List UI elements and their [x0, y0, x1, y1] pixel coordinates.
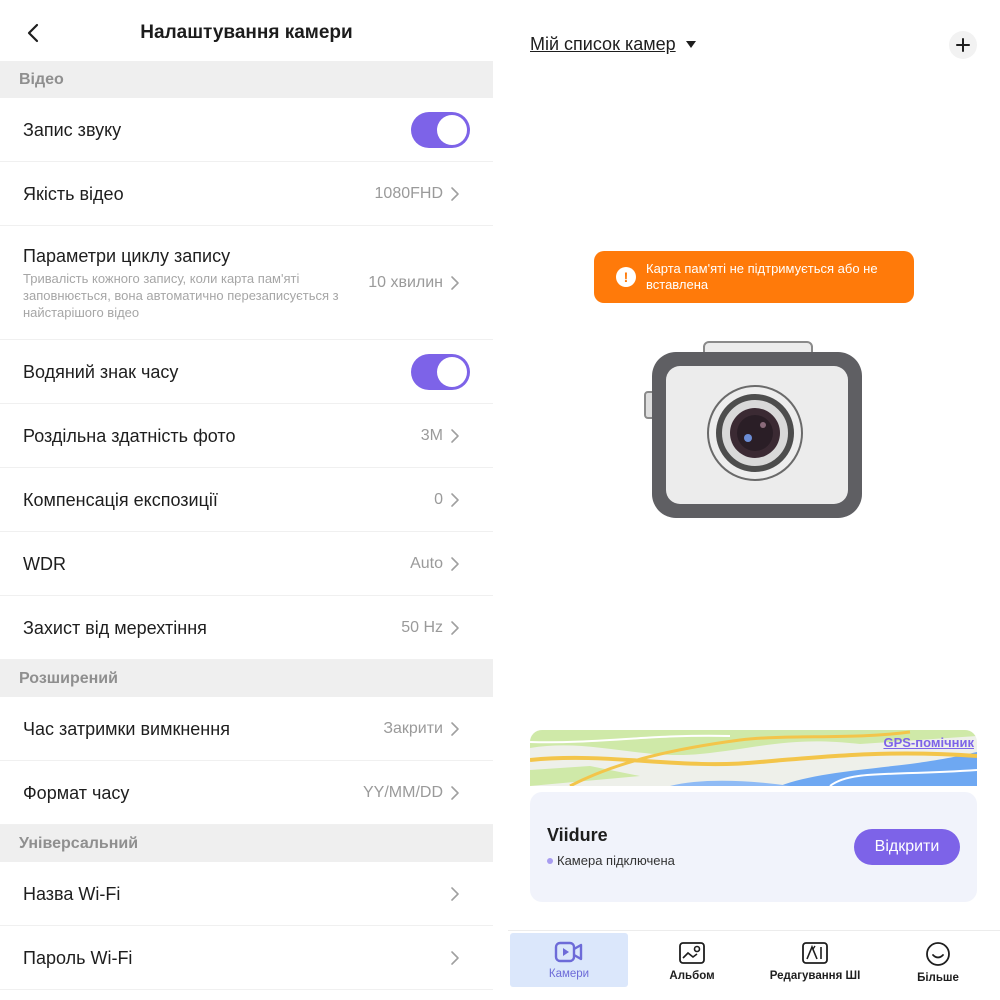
device-status: Камера підключена [547, 853, 675, 868]
row-value: 3M [420, 427, 443, 444]
tab-ai-edit[interactable]: Редагування ШІ [756, 933, 874, 987]
device-status-text: Камера підключена [557, 853, 675, 868]
camera-illustration [644, 341, 862, 518]
row-label: Якість відео [23, 184, 124, 204]
row-label: Параметри циклу запису [23, 246, 231, 266]
settings-row-video-quality[interactable]: Якість відео 1080FHD [0, 162, 493, 226]
chevron-right-icon [451, 722, 459, 736]
memory-card-alert: ! Карта пам'яті не підтримується або не … [594, 251, 914, 303]
chevron-right-icon [451, 493, 459, 507]
toggle-knob [437, 115, 467, 145]
settings-row-sound-recording: Запис звуку [0, 98, 493, 162]
row-label: Водяний знак часу [23, 362, 179, 382]
camera-settings-panel: Налаштування камери Відео Запис звуку Як… [0, 0, 493, 1000]
row-label: Запис звуку [23, 120, 122, 140]
row-value: 50 Hz [401, 619, 443, 636]
tab-more[interactable]: Більше [882, 933, 994, 987]
chevron-right-icon [451, 187, 459, 201]
row-value: Закрити [383, 720, 443, 737]
row-label: Час затримки вимкнення [23, 719, 230, 739]
chevron-right-icon [451, 786, 459, 800]
chevron-right-icon [451, 621, 459, 635]
chevron-right-icon [451, 887, 459, 901]
alert-text: Карта пам'яті не підтримується або не вс… [646, 261, 878, 292]
settings-row-wifi-password[interactable]: Пароль Wi-Fi [0, 926, 493, 990]
tab-label: Камери [548, 968, 590, 980]
add-camera-button[interactable] [949, 31, 977, 59]
camera-list-label: Мій список камер [530, 34, 676, 54]
page-title: Налаштування камери [140, 22, 353, 43]
row-label: Компенсація експозиції [23, 490, 218, 510]
status-dot-icon [547, 857, 553, 864]
gps-assistant-link[interactable]: GPS-помічник [883, 735, 974, 750]
row-value: 0 [434, 491, 443, 508]
section-header-extended: Розширений [0, 660, 493, 697]
camera-list-dropdown[interactable]: Мій список камер [530, 34, 696, 55]
ai-edit-icon [802, 942, 828, 964]
settings-row-photo-resolution[interactable]: Роздільна здатність фото 3M [0, 404, 493, 468]
caret-down-icon [685, 41, 696, 48]
tab-cameras[interactable]: Камери [510, 933, 628, 987]
settings-header: Налаштування камери [0, 0, 493, 62]
settings-row-wdr[interactable]: WDR Auto [0, 532, 493, 596]
settings-row-loop-recording[interactable]: Параметри циклу запису Тривалість кожног… [0, 226, 493, 340]
row-value: 10 хвилин [368, 274, 443, 291]
section-header-universal: Універсальний [0, 825, 493, 862]
time-watermark-toggle[interactable] [411, 354, 470, 390]
row-label: Захист від мерехтіння [23, 618, 207, 638]
sound-recording-toggle[interactable] [411, 112, 470, 148]
device-card: Viidure Камера підключена Відкрити [530, 792, 977, 902]
tab-label: Редагування ШІ [769, 970, 861, 982]
tab-album[interactable]: Альбом [636, 933, 748, 987]
settings-row-time-watermark: Водяний знак часу [0, 340, 493, 404]
exclamation-icon: ! [616, 267, 636, 287]
row-label: Роздільна здатність фото [23, 426, 236, 446]
settings-row-shutdown-delay[interactable]: Час затримки вимкнення Закрити [0, 697, 493, 761]
row-value: YY/MM/DD [363, 784, 443, 801]
tab-label: Альбом [669, 970, 715, 982]
row-label: Пароль Wi-Fi [23, 948, 133, 968]
toggle-knob [437, 357, 467, 387]
plus-icon [956, 38, 970, 52]
row-label: Формат часу [23, 783, 130, 803]
row-label: Назва Wi-Fi [23, 884, 121, 904]
settings-row-flicker[interactable]: Захист від мерехтіння 50 Hz [0, 596, 493, 660]
settings-row-time-format[interactable]: Формат часу YY/MM/DD [0, 761, 493, 825]
device-name: Viidure [547, 825, 608, 845]
chevron-right-icon [451, 557, 459, 571]
settings-row-wifi-name[interactable]: Назва Wi-Fi [0, 862, 493, 926]
open-button[interactable]: Відкрити [854, 829, 960, 865]
camera-list-panel: Мій список камер ! Карта пам'яті не підт… [508, 0, 1000, 1000]
smile-icon [926, 942, 950, 966]
chevron-right-icon [451, 429, 459, 443]
settings-row-exposure[interactable]: Компенсація експозиції 0 [0, 468, 493, 532]
tab-label: Більше [917, 972, 959, 984]
album-icon [679, 942, 705, 964]
video-camera-icon [554, 941, 583, 963]
row-value: Auto [410, 555, 443, 572]
row-value: 1080FHD [374, 185, 443, 202]
row-description: Тривалість кожного запису, коли карта па… [23, 271, 339, 320]
chevron-right-icon [451, 951, 459, 965]
bottom-tab-bar: Камери Альбом Редагування ШІ Більше [508, 930, 1000, 1000]
row-label: WDR [23, 554, 66, 574]
section-header-video: Відео [0, 61, 493, 98]
chevron-right-icon [451, 276, 459, 290]
